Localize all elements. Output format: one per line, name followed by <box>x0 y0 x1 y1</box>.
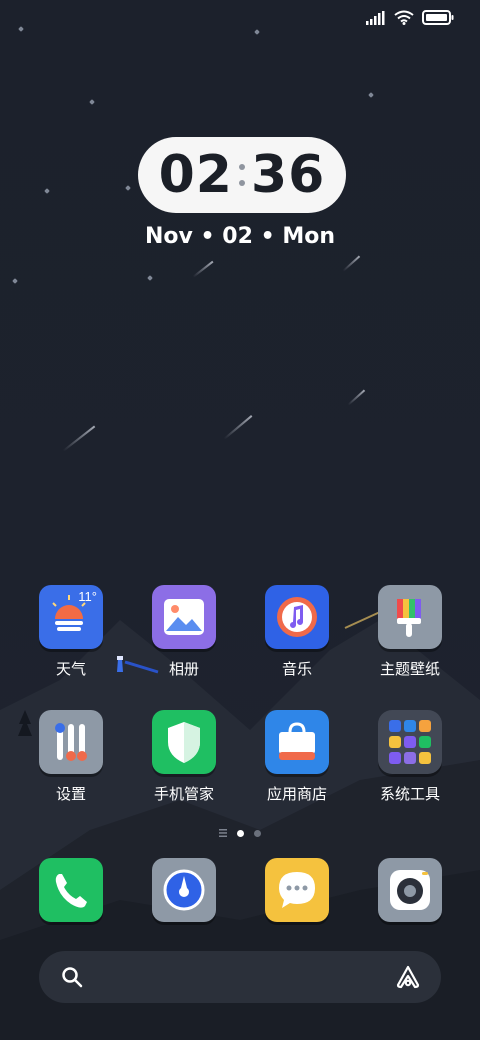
star <box>18 26 24 32</box>
app-weather[interactable]: 11° 天气 <box>35 585 107 679</box>
battery-icon <box>422 10 454 30</box>
theme-icon <box>378 585 442 649</box>
app-settings[interactable]: 设置 <box>35 710 107 804</box>
dock-phone[interactable] <box>35 858 107 922</box>
dock-camera[interactable] <box>374 858 446 922</box>
clock-hours: 02 <box>158 145 233 205</box>
date-separator: • <box>260 224 275 249</box>
star <box>89 99 95 105</box>
assistant-icon[interactable] <box>395 964 421 995</box>
app-label: 天气 <box>55 660 86 678</box>
app-security[interactable]: 手机管家 <box>148 710 220 804</box>
page-dot-active[interactable] <box>237 829 244 837</box>
page-indicator <box>0 824 480 842</box>
lighthouse-icon <box>114 654 126 672</box>
app-music[interactable]: 音乐 <box>261 585 333 679</box>
date-display[interactable]: Nov • 02 • Mon <box>0 224 480 249</box>
phone-icon <box>39 858 103 922</box>
app-label: 手机管家 <box>153 785 214 803</box>
meteor <box>342 255 360 272</box>
search-icon[interactable] <box>61 966 83 993</box>
app-label: 应用商店 <box>266 785 327 803</box>
app-label: 相册 <box>168 660 199 678</box>
meteor <box>223 415 253 440</box>
app-gallery[interactable]: 相册 <box>148 585 220 679</box>
status-bar <box>366 10 454 30</box>
music-icon <box>265 585 329 649</box>
app-label: 音乐 <box>281 660 312 678</box>
date-separator: • <box>200 224 215 249</box>
star <box>254 29 260 35</box>
clock-minutes: 36 <box>251 145 326 205</box>
star <box>368 92 374 98</box>
settings-icon <box>39 710 103 774</box>
app-label: 系统工具 <box>379 785 440 803</box>
meteor <box>347 389 365 406</box>
system-tools-folder-icon <box>378 710 442 774</box>
star <box>44 188 50 194</box>
star <box>125 185 131 191</box>
weather-temperature: 11° <box>78 589 97 604</box>
camera-icon <box>378 858 442 922</box>
dock-messages[interactable] <box>261 858 333 922</box>
clock-widget[interactable]: 02 36 <box>138 137 346 213</box>
menu-lines-icon <box>219 824 227 842</box>
date-weekday: Mon <box>282 224 335 249</box>
wifi-icon <box>394 10 414 30</box>
meteor <box>192 260 214 278</box>
app-store[interactable]: 应用商店 <box>261 710 333 804</box>
star <box>147 275 153 281</box>
star <box>12 278 18 284</box>
security-icon <box>152 710 216 774</box>
page-dot[interactable] <box>254 829 261 837</box>
date-day: 02 <box>222 224 253 249</box>
signal-icon <box>366 10 386 30</box>
gallery-icon <box>152 585 216 649</box>
app-theme[interactable]: 主题壁纸 <box>374 585 446 679</box>
folder-system-tools[interactable]: 系统工具 <box>374 710 446 804</box>
weather-icon: 11° <box>39 585 103 649</box>
dock-browser[interactable] <box>148 858 220 922</box>
app-label: 主题壁纸 <box>379 660 440 678</box>
app-store-icon <box>265 710 329 774</box>
browser-icon <box>152 858 216 922</box>
date-month: Nov <box>145 224 193 249</box>
clock-colon <box>239 155 245 195</box>
messages-icon <box>265 858 329 922</box>
meteor <box>62 425 95 452</box>
app-label: 设置 <box>55 785 86 803</box>
search-bar[interactable] <box>39 951 441 1003</box>
